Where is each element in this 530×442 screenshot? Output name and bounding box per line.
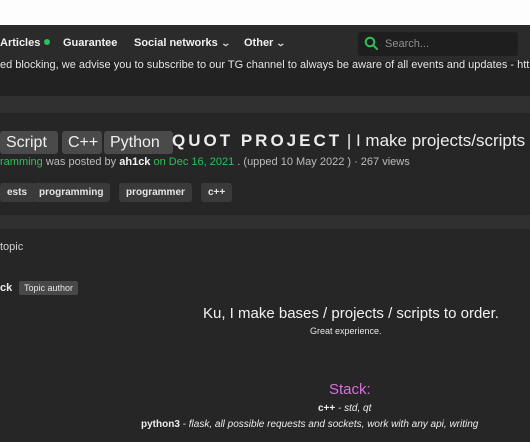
meta-upped: . (upped 10 May 2022 ) xyxy=(234,156,352,168)
nav-guarantee[interactable]: Guarantee xyxy=(63,37,117,49)
thread-meta: ramming was posted by ah1ck on Dec 16, 2… xyxy=(0,156,410,168)
stack-desc: - std, qt xyxy=(335,403,372,414)
post-author[interactable]: ck xyxy=(0,282,12,294)
breadcrumb-band xyxy=(0,96,530,113)
meta-posted-by-text: was posted by xyxy=(42,156,120,168)
search-box[interactable] xyxy=(358,32,518,56)
stack-lang: python3 xyxy=(141,419,180,430)
post-heading: Ku, I make bases / projects / scripts to… xyxy=(203,305,499,322)
prefix-script[interactable]: Script xyxy=(0,131,58,154)
meta-section-link[interactable]: ramming xyxy=(0,156,43,168)
meta-views: · 267 views xyxy=(351,156,410,168)
topic-label: topic xyxy=(0,241,24,253)
meta-author-link[interactable]: ah1ck xyxy=(119,156,150,168)
new-indicator-dot xyxy=(44,39,51,45)
tag-tests[interactable]: ests xyxy=(0,183,35,202)
stack-line-python: python3 - flask, all possible requests a… xyxy=(141,419,478,430)
nav-guarantee-label: Guarantee xyxy=(63,37,118,49)
tag-programming[interactable]: programming xyxy=(32,183,111,202)
meta-date-link[interactable]: on Dec 16, 2021 xyxy=(150,156,234,168)
browser-top-strip xyxy=(0,0,530,25)
tag-programmer[interactable]: programmer xyxy=(119,183,192,202)
chevron-down-icon: ⌄ xyxy=(275,38,287,48)
nav-articles-label: Articles xyxy=(0,37,41,49)
stack-title: Stack: xyxy=(329,381,371,398)
tag-cpp[interactable]: c++ xyxy=(201,183,233,202)
chevron-down-icon: ⌄ xyxy=(220,38,231,48)
search-input[interactable]: Search... xyxy=(385,38,429,50)
nav-social-networks[interactable]: Social networks ⌄ xyxy=(134,37,231,49)
thread-title-emphasis: QUOT PROJECT xyxy=(172,131,343,150)
stack-desc: - flask, all possible requests and socke… xyxy=(179,419,479,430)
thread-title: QUOT PROJECT | I make projects/scripts xyxy=(172,131,525,151)
stack-lang: c++ xyxy=(318,403,336,414)
nav-articles[interactable]: Articles xyxy=(0,37,51,49)
nav-social-networks-label: Social networks xyxy=(134,37,218,49)
search-icon xyxy=(364,36,378,50)
notice-text: ed blocking, we advise you to subscribe … xyxy=(0,59,530,71)
topic-author-badge: Topic author xyxy=(19,281,79,295)
section-divider xyxy=(0,215,530,229)
prefix-python[interactable]: Python xyxy=(104,131,173,154)
nav-other[interactable]: Other ⌄ xyxy=(244,37,287,49)
stack-line-cpp: c++ - std, qt xyxy=(318,403,371,414)
post-subheading: Great experience. xyxy=(310,326,382,336)
thread-title-rest: | I make projects/scripts xyxy=(342,131,526,150)
nav-other-label: Other xyxy=(244,37,274,49)
prefix-cpp[interactable]: C++ xyxy=(62,131,102,154)
